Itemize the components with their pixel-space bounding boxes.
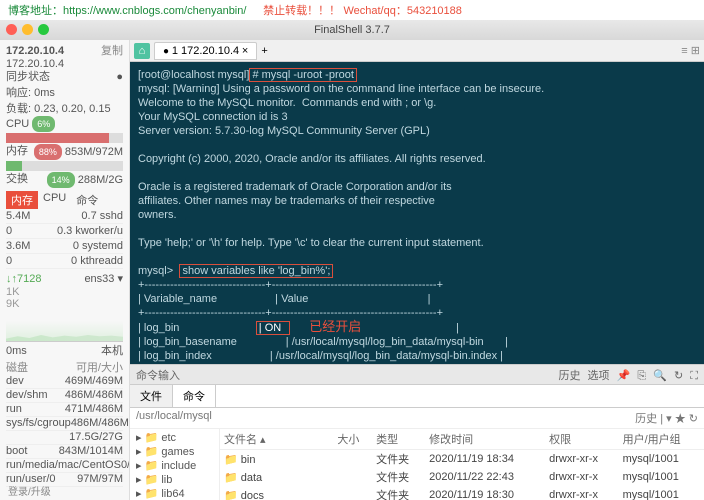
- terminal-footer: 命令输入 历史 选项 📌 ⎘ 🔍 ↻ ⛶: [130, 364, 704, 384]
- contact-link[interactable]: Wechat/qq：543210188: [343, 5, 461, 17]
- terminal[interactable]: [root@localhost mysql]# mysql -uroot -pr…: [130, 62, 704, 364]
- options-btn[interactable]: 选项: [588, 370, 610, 382]
- copy-icon[interactable]: ⎘: [637, 370, 646, 382]
- traffic-lights[interactable]: [6, 24, 49, 35]
- blog-link[interactable]: https://www.cnblogs.com/chenyanbin/: [63, 5, 246, 17]
- file-tree[interactable]: ▸ 📁 etc▸ 📁 games▸ 📁 include▸ 📁 lib▸ 📁 li…: [130, 429, 220, 500]
- search-icon[interactable]: 🔍: [653, 370, 667, 382]
- cmd-input-label: 命令输入: [136, 367, 180, 383]
- history-btn[interactable]: 历史: [558, 370, 580, 382]
- file-list[interactable]: 文件名 ▴大小类型 修改时间权限用户/用户组 📁 bin文件夹2020/11/1…: [220, 429, 704, 500]
- add-tab[interactable]: +: [261, 45, 267, 57]
- expand-icon[interactable]: ⛶: [690, 370, 698, 382]
- stats-sidebar: 172.20.10.4复制 172.20.10.4 同步状态● 响应: 0ms …: [0, 40, 130, 500]
- refresh-icon[interactable]: ↻: [674, 370, 683, 382]
- session-tabbar: ⌂ ● 1 172.20.10.4 × + ≡ ⊞: [130, 40, 704, 62]
- menu-icon[interactable]: ≡ ⊞: [681, 44, 700, 57]
- table-row: 📁 data文件夹2020/11/22 22:43drwxr-xr-xmysql…: [220, 468, 704, 486]
- file-panel: 文件命令 /usr/local/mysql历史 | ▾ ★ ↻ ▸ 📁 etc▸…: [130, 384, 704, 500]
- session-tab[interactable]: ● 1 172.20.10.4 ×: [154, 42, 257, 60]
- home-icon[interactable]: ⌂: [134, 43, 150, 59]
- blog-banner: 博客地址：https://www.cnblogs.com/chenyanbin/…: [0, 0, 704, 20]
- app-title: FinalShell 3.7.7: [314, 24, 390, 36]
- tab-mem[interactable]: 内存: [6, 191, 38, 209]
- net-chart: [6, 312, 123, 342]
- table-row: 📁 bin文件夹2020/11/19 18:34drwxr-xr-xmysql/…: [220, 450, 704, 469]
- tab-cmd[interactable]: 命令: [71, 191, 103, 209]
- table-row: 📁 docs文件夹2020/11/19 18:30drwxr-xr-xmysql…: [220, 486, 704, 500]
- window-titlebar: FinalShell 3.7.7: [0, 20, 704, 40]
- close-icon[interactable]: ×: [242, 45, 248, 57]
- tab-cpu[interactable]: CPU: [38, 191, 71, 209]
- pin-icon[interactable]: 📌: [617, 370, 631, 382]
- login-link[interactable]: 登录/升级: [0, 481, 59, 500]
- tab-commands[interactable]: 命令: [173, 385, 216, 407]
- tab-files[interactable]: 文件: [130, 385, 173, 407]
- path[interactable]: /usr/local/mysql: [136, 410, 212, 426]
